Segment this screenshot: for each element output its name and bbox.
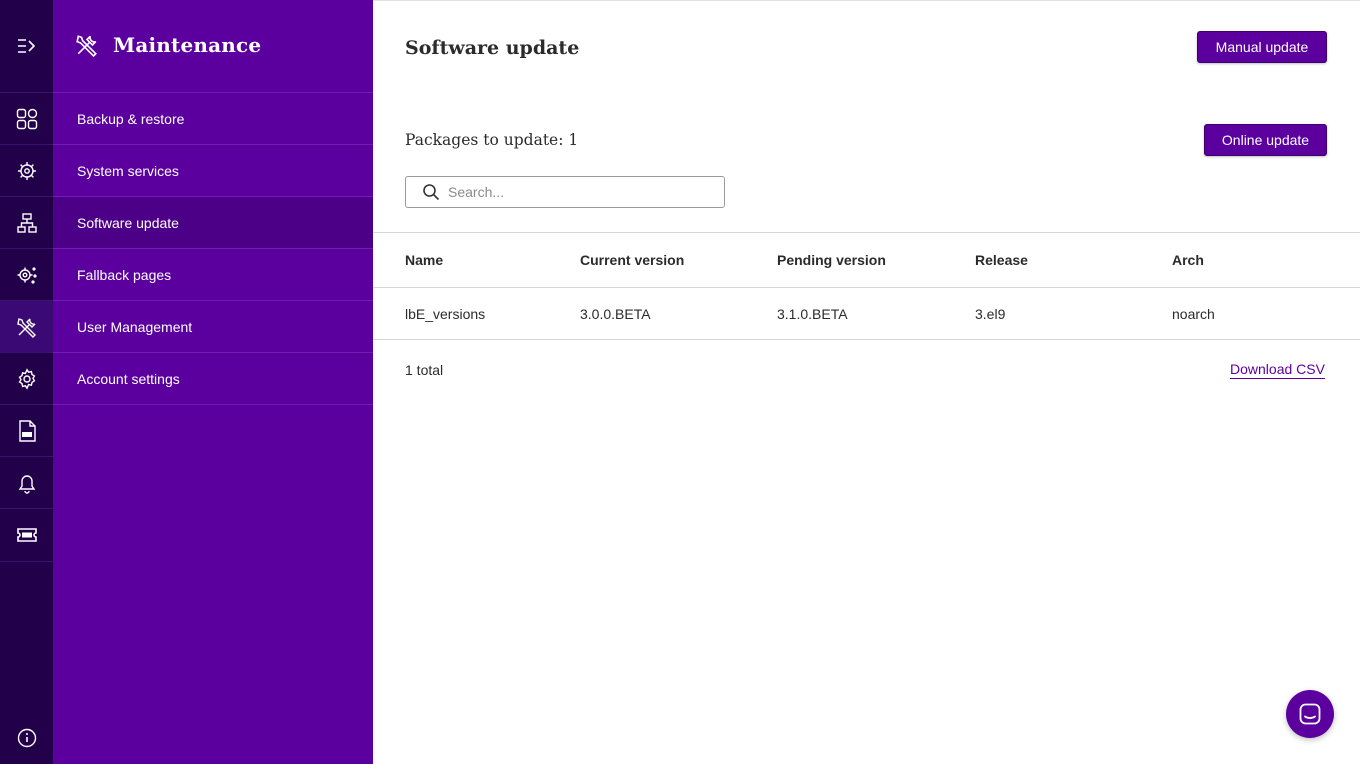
main-content: Software update Manual update Packages t… [373,0,1360,764]
log-file-icon [18,419,36,442]
cell-release: 3.el9 [975,305,1006,322]
search-box [405,176,725,208]
location-settings-icon [17,161,36,180]
sidebar-title: Maintenance [113,33,262,57]
sidebar-item-backup-restore[interactable]: Backup & restore [53,93,373,145]
page-title: Software update [405,37,580,59]
info-button[interactable] [0,712,53,764]
total-count: 1 total [405,362,444,378]
sidebar-panel: Maintenance Backup & restore System serv… [53,0,373,764]
column-header-pending-version[interactable]: Pending version [777,233,886,287]
sidebar-item-fallback-pages[interactable]: Fallback pages [53,249,373,301]
rail-dashboard[interactable] [0,93,53,145]
dashboard-grid-icon [16,108,37,129]
manual-update-button[interactable]: Manual update [1197,31,1327,63]
rail-maintenance[interactable] [0,301,53,353]
expand-menu-button[interactable] [0,0,53,93]
sidebar-item-account-settings[interactable]: Account settings [53,353,373,405]
sidebar-item-user-management[interactable]: User Management [53,301,373,353]
rail-location-settings[interactable] [0,145,53,197]
network-topology-icon [16,212,37,233]
tools-icon [76,35,97,57]
gear-share-icon [17,266,37,284]
download-csv-link[interactable]: Download CSV [1230,361,1325,377]
gear-icon [18,367,35,390]
packages-table: Name Current version Pending version Rel… [373,232,1360,340]
ticket-icon [16,528,37,542]
search-input[interactable] [448,184,698,200]
sidebar-header: Maintenance [53,0,373,93]
search-icon [422,183,440,201]
cell-current-version: 3.0.0.BETA [580,305,651,322]
sidebar-item-system-services[interactable]: System services [53,145,373,197]
rail-notifications[interactable] [0,457,53,509]
column-header-name[interactable]: Name [405,233,443,287]
sidebar-item-software-update[interactable]: Software update [53,197,373,249]
table-header: Name Current version Pending version Rel… [373,232,1360,288]
icon-rail [0,0,53,764]
rail-tickets[interactable] [0,509,53,562]
column-header-release[interactable]: Release [975,233,1028,287]
rail-settings[interactable] [0,353,53,405]
info-icon [17,728,36,748]
rail-gear-share[interactable] [0,249,53,301]
column-header-arch[interactable]: Arch [1172,233,1204,287]
tools-icon [16,317,36,338]
bell-icon [18,474,35,494]
chat-launcher-button[interactable] [1286,690,1334,738]
rail-logs[interactable] [0,405,53,457]
packages-to-update-label: Packages to update: 1 [405,131,579,149]
expand-menu-icon [17,39,35,53]
cell-pending-version: 3.1.0.BETA [777,305,848,322]
cell-arch: noarch [1172,305,1215,322]
chat-icon [1299,703,1321,725]
online-update-button[interactable]: Online update [1204,124,1327,156]
column-header-current-version[interactable]: Current version [580,233,684,287]
table-row[interactable]: lbE_versions 3.0.0.BETA 3.1.0.BETA 3.el9… [373,288,1360,340]
rail-network[interactable] [0,197,53,249]
cell-name: lbE_versions [405,305,486,322]
